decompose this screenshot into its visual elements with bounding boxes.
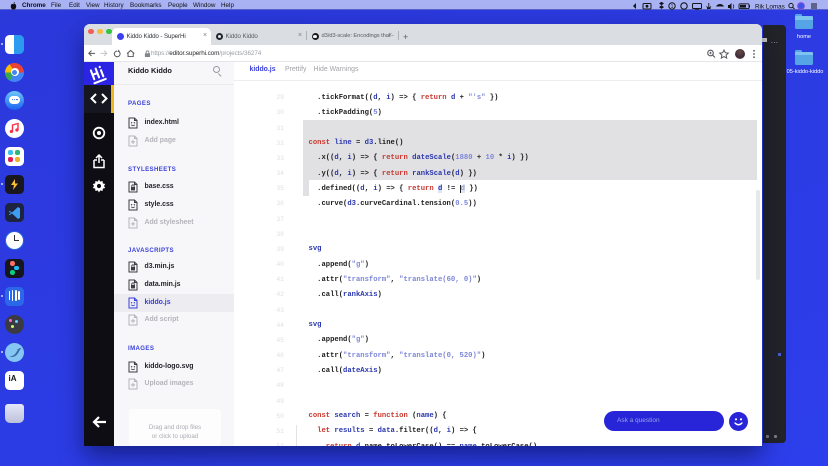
- svg-text:1: 1: [671, 4, 674, 10]
- svg-text:Rik Lomas: Rik Lomas: [755, 3, 785, 10]
